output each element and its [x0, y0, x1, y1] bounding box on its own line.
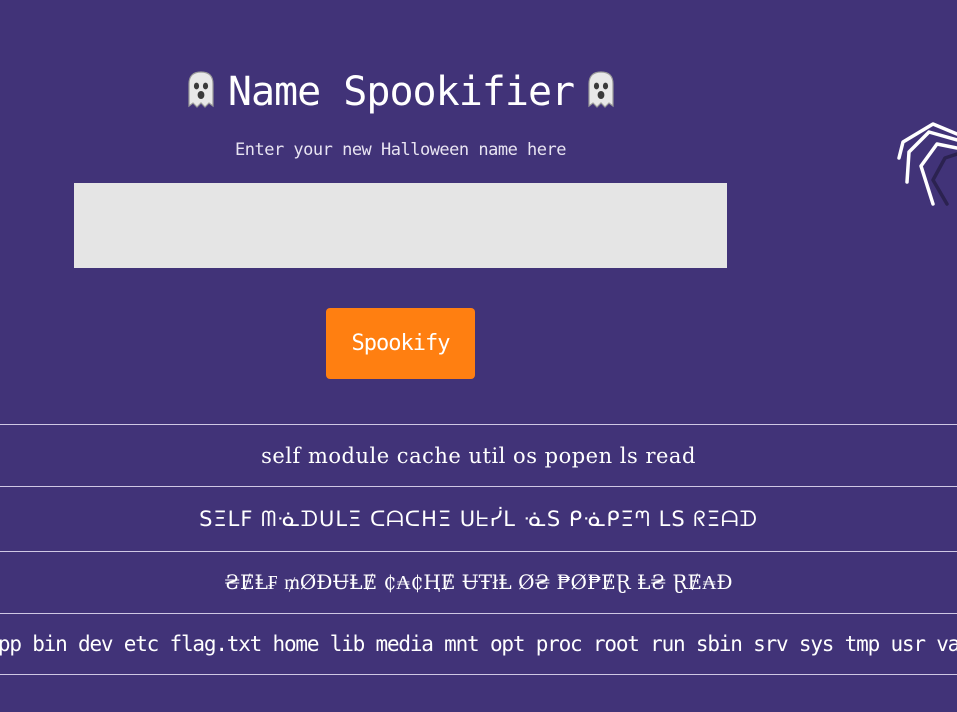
result-row: app bin dev etc flag.txt home lib media …	[0, 613, 957, 675]
spookify-button[interactable]: Spookify	[326, 308, 475, 379]
results-list: self module cache util os popen ls read …	[0, 424, 957, 675]
result-row: self module cache util os popen ls read	[0, 424, 957, 486]
ghost-icon	[586, 70, 616, 114]
subtitle: Enter your new Halloween name here	[235, 140, 567, 160]
name-input[interactable]	[74, 183, 727, 268]
ghost-icon	[186, 70, 216, 114]
result-row: ₴ɆⱠ₣ ₥ØĐɄⱠɆ ₵₳₵ⱧɆ ɄŦłⱠ Ø₴ ₱Ø₱ɆⱤ Ⱡ₴ ⱤɆ₳Đ	[0, 551, 957, 613]
spider-icon	[893, 118, 957, 210]
page-header: Name Spookifier	[186, 62, 616, 122]
result-row: SΞLF ᗰᓍᗪᑌᒪΞ ᑕᗩᑕᕼΞ ᑌᖶᓰᒪ ᓍS ᑭᓍᑭΞᘉ ᒪS ᖇΞᗩᗪ	[0, 486, 957, 551]
page-title: Name Spookifier	[227, 69, 575, 115]
